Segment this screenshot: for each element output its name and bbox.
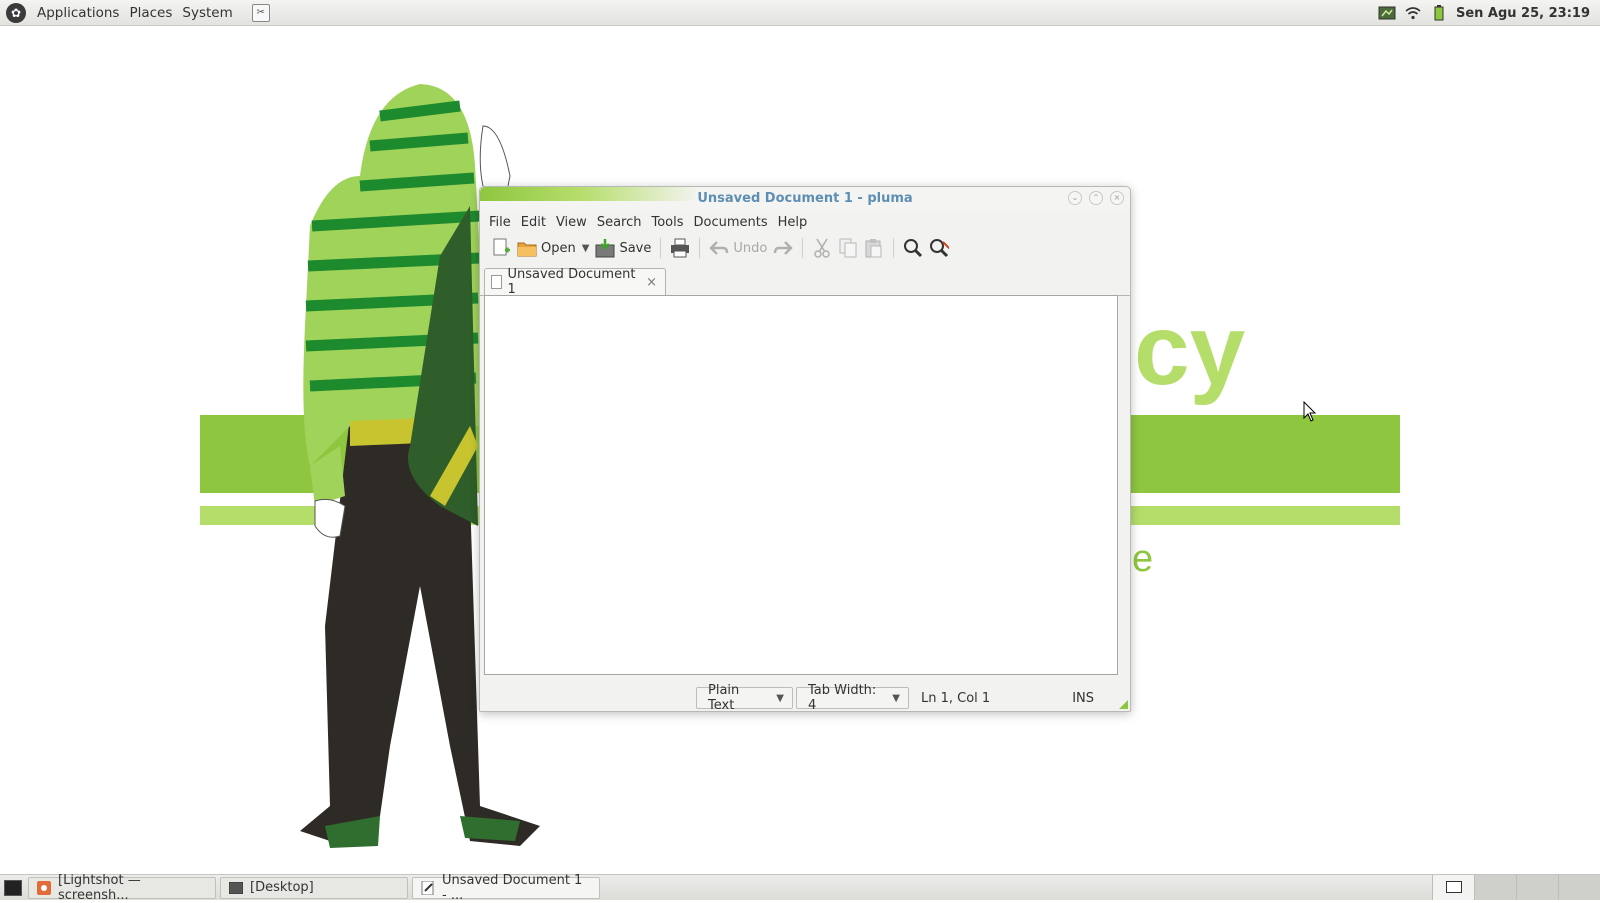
pluma-window: Unsaved Document 1 - pluma ⌄ ⌃ × File Ed… [479, 186, 1131, 713]
applications-menu[interactable]: Applications [32, 5, 124, 21]
desktop-icon [229, 881, 243, 895]
workspace-switcher [1432, 875, 1600, 901]
find-button[interactable] [900, 236, 926, 260]
close-icon[interactable]: × [1110, 191, 1124, 205]
paste-button[interactable] [861, 236, 887, 260]
cursor-position: Ln 1, Col 1 [921, 690, 991, 706]
print-button[interactable] [667, 236, 693, 260]
resize-grip-icon[interactable] [1119, 700, 1128, 709]
task-desktop[interactable]: [Desktop] [220, 876, 408, 899]
window-titlebar[interactable]: Unsaved Document 1 - pluma ⌄ ⌃ × [480, 187, 1130, 211]
redo-button[interactable] [770, 236, 796, 260]
system-tray: Sen Agu 25, 23:19 [1378, 0, 1600, 26]
menu-tools[interactable]: Tools [646, 215, 688, 230]
scissors-icon [812, 238, 832, 258]
save-button[interactable]: Save [592, 236, 654, 260]
tab-width-selector[interactable]: Tab Width: 4 ▼ [796, 683, 909, 713]
save-icon [595, 238, 615, 258]
toolbar-separator [660, 238, 662, 258]
workspace-window-thumbnail [1446, 881, 1462, 893]
mouse-pointer-icon [1303, 401, 1317, 422]
language-label: Plain Text [708, 683, 740, 713]
search-icon [903, 238, 923, 258]
tab-width-label: Tab Width: 4 [808, 683, 877, 713]
menu-view[interactable]: View [551, 215, 592, 230]
copy-icon [838, 238, 858, 258]
toolbar-separator [699, 238, 701, 258]
document-tabbar: Unsaved Document 1 × [480, 263, 1130, 297]
task-label: Unsaved Document 1 - ... [442, 872, 583, 903]
task-label: [Lightshot — screensh... [58, 872, 141, 903]
new-document-button[interactable] [488, 236, 514, 260]
display-icon[interactable] [1378, 5, 1396, 21]
workspace-2[interactable] [1474, 875, 1516, 900]
maximize-icon[interactable]: ⌃ [1089, 191, 1103, 205]
bottom-panel: [Lightshot — screensh... [Desktop] Unsav… [0, 873, 1600, 903]
chevron-down-icon: ▼ [892, 692, 900, 704]
window-controls: ⌄ ⌃ × [1068, 191, 1124, 205]
system-menu[interactable]: System [177, 5, 237, 21]
top-panel: ✿ Applications Places System ✂ Sen Agu 2… [0, 0, 1600, 26]
toolbar-separator [893, 238, 895, 258]
minimize-icon[interactable]: ⌄ [1068, 191, 1082, 205]
document-icon [491, 275, 502, 289]
statusbar: Plain Text ▼ Tab Width: 4 ▼ Ln 1, Col 1 … [480, 683, 1130, 713]
battery-icon[interactable] [1430, 5, 1448, 21]
open-button[interactable]: Open ▼ [514, 236, 592, 260]
folder-icon [517, 238, 537, 258]
task-pluma[interactable]: Unsaved Document 1 - ... [412, 873, 600, 903]
tab-label: Unsaved Document 1 [507, 267, 636, 297]
wifi-icon[interactable] [1404, 5, 1422, 21]
save-label: Save [619, 240, 652, 256]
screenshot-launcher-icon[interactable]: ✂ [251, 3, 270, 22]
clock[interactable]: Sen Agu 25, 23:19 [1456, 6, 1590, 21]
menu-help[interactable]: Help [773, 215, 813, 230]
chevron-down-icon: ▼ [776, 692, 784, 704]
show-desktop-button[interactable] [4, 879, 22, 896]
find-replace-button[interactable] [926, 236, 952, 260]
text-editor-area[interactable] [484, 295, 1118, 675]
workspace-1[interactable] [1432, 875, 1474, 900]
copy-button[interactable] [835, 236, 861, 260]
lightshot-icon [37, 880, 51, 895]
workspace-4[interactable] [1558, 875, 1600, 900]
distro-logo-icon[interactable]: ✿ [6, 2, 26, 23]
menu-search[interactable]: Search [592, 215, 647, 230]
redo-icon [773, 238, 794, 258]
menu-edit[interactable]: Edit [516, 215, 551, 230]
menu-documents[interactable]: Documents [689, 215, 773, 230]
task-label: [Desktop] [250, 880, 314, 895]
printer-icon [670, 238, 690, 258]
undo-label: Undo [733, 240, 768, 256]
wallpaper-text-cy: cy [1134, 294, 1246, 406]
find-replace-icon [929, 238, 950, 258]
new-document-icon [491, 238, 511, 258]
task-lightshot[interactable]: [Lightshot — screensh... [28, 873, 216, 903]
menubar: File Edit View Search Tools Documents He… [480, 211, 1130, 233]
undo-button[interactable]: Undo [706, 236, 770, 260]
undo-icon [709, 238, 729, 258]
paste-icon [864, 238, 884, 258]
tab-close-icon[interactable]: × [646, 275, 657, 290]
open-label: Open [541, 240, 576, 256]
places-menu[interactable]: Places [124, 5, 177, 21]
language-selector[interactable]: Plain Text ▼ [696, 683, 793, 713]
tab-unsaved-document-1[interactable]: Unsaved Document 1 × [484, 267, 666, 297]
toolbar-separator [802, 238, 804, 258]
wallpaper-text-e: e [1132, 538, 1153, 580]
toolbar: Open ▼ Save Undo [480, 233, 1130, 263]
window-title: Unsaved Document 1 - pluma [697, 191, 913, 206]
insert-mode: INS [1072, 690, 1095, 706]
text-editor-icon [421, 880, 435, 895]
chevron-down-icon[interactable]: ▼ [582, 243, 590, 254]
menu-file[interactable]: File [484, 215, 516, 230]
workspace-3[interactable] [1516, 875, 1558, 900]
cut-button[interactable] [809, 236, 835, 260]
